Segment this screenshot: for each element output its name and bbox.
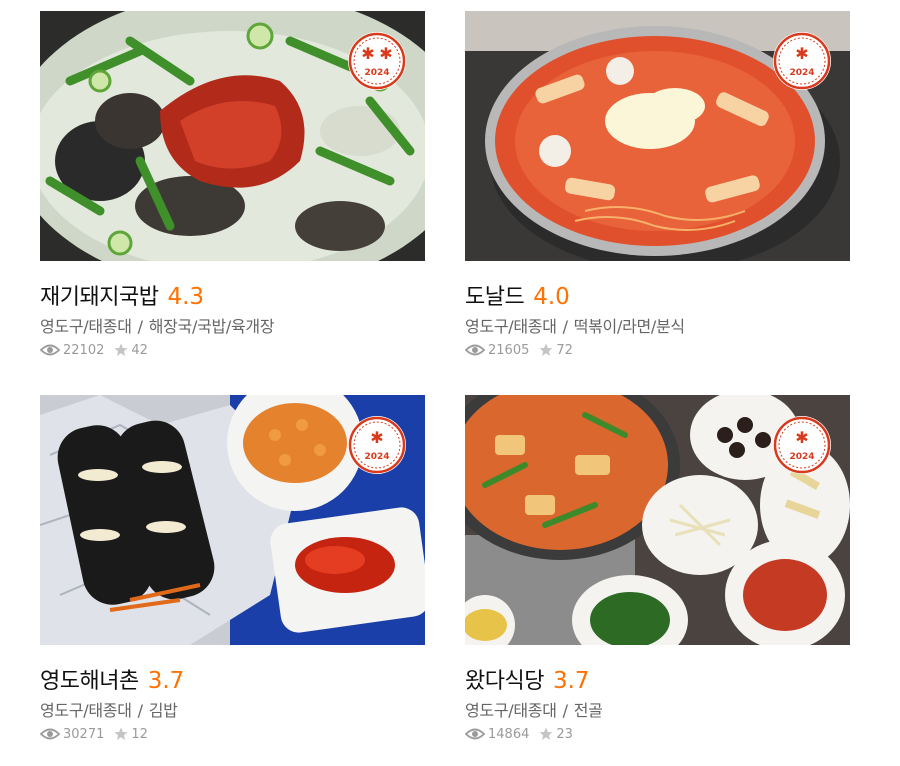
reviews-stat: 42 bbox=[114, 343, 148, 358]
meta-separator: / bbox=[562, 317, 568, 336]
restaurant-card[interactable]: ✱ 2024 영도해녀촌 3.7 영도구/태종대 / 김밥 30271 12 bbox=[40, 395, 425, 743]
reviews-count: 42 bbox=[131, 342, 148, 358]
restaurant-name[interactable]: 도날드 bbox=[465, 279, 525, 311]
eye-icon bbox=[465, 344, 485, 356]
restaurant-area: 영도구/태종대 bbox=[40, 701, 132, 720]
views-stat: 14864 bbox=[465, 727, 529, 742]
svg-text:2024: 2024 bbox=[789, 452, 814, 462]
views-count: 21605 bbox=[488, 342, 530, 358]
restaurant-category: 해장국/국밥/육개장 bbox=[148, 317, 275, 336]
restaurant-name[interactable]: 영도해녀촌 bbox=[40, 663, 139, 695]
star-icon bbox=[114, 343, 128, 356]
restaurant-score: 3.7 bbox=[147, 668, 185, 694]
restaurant-stats: 30271 12 bbox=[40, 725, 425, 743]
svg-text:✱: ✱ bbox=[795, 44, 808, 63]
reviews-stat: 12 bbox=[114, 727, 148, 742]
meta-separator: / bbox=[562, 701, 568, 720]
restaurant-meta: 영도구/태종대 / 전골 bbox=[465, 697, 850, 720]
restaurant-card[interactable]: ✱ 2024 왔다식당 3.7 영도구/태종대 / 전골 14864 23 bbox=[465, 395, 850, 743]
restaurant-score: 4.0 bbox=[533, 284, 570, 310]
restaurant-grid: ✱ ✱ 2024 재기돼지국밥 4.3 영도구/태종대 / 해장국/국밥/육개장 bbox=[0, 0, 900, 766]
award-badge: ✱ 2024 bbox=[347, 415, 407, 475]
reviews-stat: 23 bbox=[539, 727, 573, 742]
views-stat: 30271 bbox=[40, 727, 104, 742]
star-icon bbox=[539, 727, 553, 740]
award-badge: ✱ ✱ 2024 bbox=[347, 31, 407, 91]
meta-separator: / bbox=[137, 701, 143, 720]
views-stat: 22102 bbox=[40, 343, 104, 358]
reviews-stat: 72 bbox=[539, 343, 573, 358]
star-icon bbox=[114, 727, 128, 740]
restaurant-stats: 22102 42 bbox=[40, 341, 425, 359]
eye-icon bbox=[40, 728, 60, 740]
restaurant-photo[interactable]: ✱ 2024 bbox=[465, 11, 850, 261]
award-2024-icon: ✱ 2024 bbox=[773, 416, 831, 474]
reviews-count: 72 bbox=[556, 342, 573, 358]
award-badge: ✱ 2024 bbox=[772, 415, 832, 475]
restaurant-stats: 21605 72 bbox=[465, 341, 850, 359]
svg-text:✱: ✱ bbox=[379, 44, 392, 63]
star-icon bbox=[539, 343, 553, 356]
award-badge: ✱ 2024 bbox=[772, 31, 832, 91]
svg-text:✱: ✱ bbox=[361, 44, 374, 63]
restaurant-photo[interactable]: ✱ 2024 bbox=[465, 395, 850, 645]
restaurant-area: 영도구/태종대 bbox=[40, 317, 132, 336]
reviews-count: 12 bbox=[131, 726, 148, 742]
reviews-count: 23 bbox=[556, 726, 573, 742]
meta-separator: / bbox=[137, 317, 143, 336]
restaurant-area: 영도구/태종대 bbox=[465, 701, 557, 720]
restaurant-meta: 영도구/태종대 / 김밥 bbox=[40, 697, 425, 720]
svg-text:2024: 2024 bbox=[364, 68, 389, 78]
award-2024-icon: ✱ 2024 bbox=[348, 416, 406, 474]
svg-text:✱: ✱ bbox=[370, 428, 383, 447]
views-count: 30271 bbox=[63, 726, 105, 742]
restaurant-category: 떡볶이/라면/분식 bbox=[573, 317, 685, 336]
restaurant-photo[interactable]: ✱ 2024 bbox=[40, 395, 425, 645]
restaurant-card[interactable]: ✱ 2024 도날드 4.0 영도구/태종대 / 떡볶이/라면/분식 21605… bbox=[465, 11, 850, 359]
restaurant-score: 4.3 bbox=[167, 284, 205, 310]
restaurant-category: 김밥 bbox=[148, 701, 178, 720]
restaurant-stats: 14864 23 bbox=[465, 725, 850, 743]
restaurant-name[interactable]: 재기돼지국밥 bbox=[40, 279, 159, 311]
restaurant-name[interactable]: 왔다식당 bbox=[465, 663, 544, 695]
award-2024-icon: ✱ ✱ 2024 bbox=[348, 32, 406, 90]
views-count: 14864 bbox=[488, 726, 530, 742]
eye-icon bbox=[40, 344, 60, 356]
views-stat: 21605 bbox=[465, 343, 529, 358]
views-count: 22102 bbox=[63, 342, 105, 358]
eye-icon bbox=[465, 728, 485, 740]
restaurant-photo[interactable]: ✱ ✱ 2024 bbox=[40, 11, 425, 261]
restaurant-card[interactable]: ✱ ✱ 2024 재기돼지국밥 4.3 영도구/태종대 / 해장국/국밥/육개장 bbox=[40, 11, 425, 359]
svg-text:✱: ✱ bbox=[795, 428, 808, 447]
restaurant-score: 3.7 bbox=[552, 668, 590, 694]
restaurant-meta: 영도구/태종대 / 떡볶이/라면/분식 bbox=[465, 313, 850, 336]
restaurant-meta: 영도구/태종대 / 해장국/국밥/육개장 bbox=[40, 313, 425, 336]
restaurant-category: 전골 bbox=[573, 701, 603, 720]
award-2024-icon: ✱ 2024 bbox=[773, 32, 831, 90]
svg-text:2024: 2024 bbox=[789, 68, 814, 78]
svg-text:2024: 2024 bbox=[364, 452, 389, 462]
restaurant-area: 영도구/태종대 bbox=[465, 317, 557, 336]
